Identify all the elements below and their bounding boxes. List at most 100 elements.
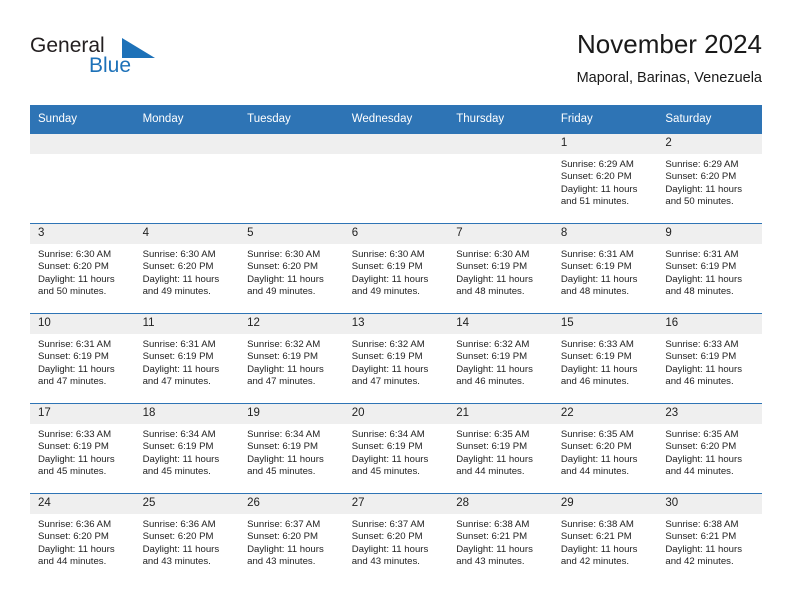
calendar-day-cell[interactable]: 7 Sunrise: 6:30 AM Sunset: 6:19 PM Daylight… [448, 223, 553, 314]
calendar-day-cell[interactable]: 9 Sunrise: 6:31 AM Sunset: 6:19 PM Daylight… [657, 223, 762, 314]
sunset-text: Sunset: 6:19 PM [351, 351, 423, 363]
calendar-day-cell[interactable]: 15 Sunrise: 6:33 AM Sunset: 6:19 PM Dayligh… [552, 313, 658, 404]
daylight-text-line1: Daylight: 11 hours [456, 453, 533, 465]
day-details: Sunrise: 6:36 AM Sunset: 6:20 PM Daylight:… [135, 514, 240, 569]
sunrise-text: Sunrise: 6:36 AM [142, 519, 216, 530]
calendar-day-cell[interactable]: 19 Sunrise: 6:34 AM Sunset: 6:19 PM Dayligh… [239, 403, 344, 494]
sunrise-text: Sunrise: 6:31 AM [665, 249, 739, 260]
daylight-text-line2: and 47 minutes. [351, 376, 420, 388]
sunset-text: Sunset: 6:19 PM [456, 441, 528, 453]
calendar-day-cell[interactable]: 16 Sunrise: 6:33 AM Sunset: 6:19 PM Dayligh… [657, 313, 762, 404]
page-header: General Blue November 2024 Maporal, Bari… [30, 28, 762, 96]
daylight-text-line1: Daylight: 11 hours [560, 273, 638, 285]
calendar-page: General Blue November 2024 Maporal, Bari… [0, 0, 792, 612]
day-details: Sunrise: 6:38 AM Sunset: 6:21 PM Daylight:… [448, 514, 553, 569]
sunset-text: Sunset: 6:20 PM [247, 531, 319, 543]
daylight-text-line1: Daylight: 11 hours [38, 363, 115, 375]
calendar-day-cell[interactable]: 2 Sunrise: 6:29 AM Sunset: 6:20 PM Daylight… [657, 133, 762, 224]
calendar-day-cell[interactable]: 11 Sunrise: 6:31 AM Sunset: 6:19 PM Dayligh… [134, 313, 240, 404]
daylight-text-line1: Daylight: 11 hours [38, 273, 115, 285]
calendar-day-cell[interactable]: 21 Sunrise: 6:35 AM Sunset: 6:19 PM Dayligh… [448, 403, 553, 494]
daylight-text-line2: and 45 minutes. [38, 466, 107, 478]
day-number: 22 [552, 404, 658, 424]
calendar-day-cell[interactable]: 22 Sunrise: 6:35 AM Sunset: 6:20 PM Dayligh… [552, 403, 658, 494]
calendar-day-cell[interactable]: 24 Sunrise: 6:36 AM Sunset: 6:20 PM Dayligh… [30, 493, 135, 583]
sunset-text: Sunset: 6:19 PM [247, 441, 319, 453]
sunrise-text: Sunrise: 6:38 AM [665, 519, 739, 530]
calendar-day-cell[interactable]: 26 Sunrise: 6:37 AM Sunset: 6:20 PM Dayligh… [239, 493, 344, 583]
calendar-week-row: 17 Sunrise: 6:33 AM Sunset: 6:19 PM Dayligh… [30, 403, 762, 494]
sunrise-text: Sunrise: 6:32 AM [456, 339, 530, 350]
daylight-text-line1: Daylight: 11 hours [665, 273, 742, 285]
sunrise-text: Sunrise: 6:30 AM [38, 249, 112, 260]
calendar-day-cell[interactable]: 10 Sunrise: 6:31 AM Sunset: 6:19 PM Dayligh… [30, 313, 135, 404]
daylight-text-line1: Daylight: 11 hours [560, 543, 638, 555]
calendar-day-cell[interactable]: 29 Sunrise: 6:38 AM Sunset: 6:21 PM Dayligh… [552, 493, 658, 583]
day-number: 28 [448, 494, 553, 514]
sunrise-text: Sunrise: 6:31 AM [560, 249, 634, 260]
brand-logo[interactable]: General Blue [30, 34, 240, 90]
day-number: 13 [343, 314, 449, 334]
daylight-text-line1: Daylight: 11 hours [351, 453, 429, 465]
calendar-day-cell[interactable]: 27 Sunrise: 6:37 AM Sunset: 6:20 PM Dayligh… [343, 493, 449, 583]
day-details: Sunrise: 6:32 AM Sunset: 6:19 PM Daylight:… [448, 334, 553, 389]
sunset-text: Sunset: 6:19 PM [351, 441, 423, 453]
day-number: 15 [552, 314, 658, 334]
sunset-text: Sunset: 6:19 PM [142, 351, 214, 363]
sunrise-text: Sunrise: 6:34 AM [351, 429, 425, 440]
sunrise-text: Sunrise: 6:30 AM [142, 249, 216, 260]
day-details: Sunrise: 6:33 AM Sunset: 6:19 PM Daylight:… [657, 334, 762, 389]
daylight-text-line2: and 48 minutes. [665, 286, 734, 298]
sunrise-text: Sunrise: 6:33 AM [560, 339, 634, 350]
calendar-day-cell[interactable]: 4 Sunrise: 6:30 AM Sunset: 6:20 PM Daylight… [134, 223, 240, 314]
calendar-day-cell[interactable]: 18 Sunrise: 6:34 AM Sunset: 6:19 PM Dayligh… [134, 403, 240, 494]
day-details: Sunrise: 6:33 AM Sunset: 6:19 PM Daylight:… [30, 424, 135, 479]
day-details: Sunrise: 6:30 AM Sunset: 6:19 PM Daylight:… [448, 244, 553, 299]
day-details: Sunrise: 6:35 AM Sunset: 6:20 PM Daylight:… [657, 424, 762, 479]
day-number: 23 [657, 404, 762, 424]
sunset-text: Sunset: 6:20 PM [560, 441, 632, 453]
calendar-day-cell[interactable]: 1 Sunrise: 6:29 AM Sunset: 6:20 PM Daylight… [552, 133, 658, 224]
sunrise-text: Sunrise: 6:38 AM [456, 519, 530, 530]
day-details: Sunrise: 6:32 AM Sunset: 6:19 PM Daylight:… [344, 334, 449, 389]
daylight-text-line1: Daylight: 11 hours [247, 273, 324, 285]
daylight-text-line2: and 42 minutes. [560, 556, 630, 568]
day-number: 30 [657, 494, 762, 514]
day-number [448, 134, 553, 154]
calendar-day-cell[interactable]: 8 Sunrise: 6:31 AM Sunset: 6:19 PM Daylight… [552, 223, 658, 314]
calendar-day-cell[interactable]: 13 Sunrise: 6:32 AM Sunset: 6:19 PM Dayligh… [343, 313, 449, 404]
day-details: Sunrise: 6:29 AM Sunset: 6:20 PM Daylight:… [657, 154, 762, 209]
calendar-day-cell[interactable]: 23 Sunrise: 6:35 AM Sunset: 6:20 PM Dayligh… [657, 403, 762, 494]
calendar-day-cell[interactable]: 28 Sunrise: 6:38 AM Sunset: 6:21 PM Dayligh… [448, 493, 553, 583]
calendar-day-cell[interactable]: 5 Sunrise: 6:30 AM Sunset: 6:20 PM Daylight… [239, 223, 344, 314]
calendar-day-cell[interactable]: 14 Sunrise: 6:32 AM Sunset: 6:19 PM Dayligh… [448, 313, 553, 404]
daylight-text-line1: Daylight: 11 hours [665, 543, 742, 555]
sunrise-text: Sunrise: 6:29 AM [665, 159, 739, 170]
daylight-text-line2: and 44 minutes. [665, 466, 734, 478]
day-number: 29 [552, 494, 658, 514]
calendar-day-cell[interactable]: 3 Sunrise: 6:30 AM Sunset: 6:20 PM Daylight… [30, 223, 135, 314]
day-number: 12 [239, 314, 344, 334]
calendar-day-cell[interactable]: 17 Sunrise: 6:33 AM Sunset: 6:19 PM Dayligh… [30, 403, 135, 494]
daylight-text-line1: Daylight: 11 hours [665, 363, 742, 375]
sunset-text: Sunset: 6:21 PM [456, 531, 528, 543]
day-number: 16 [657, 314, 762, 334]
day-number: 25 [134, 494, 240, 514]
calendar-day-cell[interactable]: 20 Sunrise: 6:34 AM Sunset: 6:19 PM Dayligh… [343, 403, 449, 494]
calendar-day-cell[interactable]: 12 Sunrise: 6:32 AM Sunset: 6:19 PM Dayligh… [239, 313, 344, 404]
day-details: Sunrise: 6:34 AM Sunset: 6:19 PM Daylight:… [239, 424, 344, 479]
daylight-text-line1: Daylight: 11 hours [142, 453, 220, 465]
day-number: 9 [657, 224, 762, 244]
sunset-text: Sunset: 6:19 PM [142, 441, 214, 453]
calendar-day-cell-empty [134, 133, 240, 224]
daylight-text-line2: and 47 minutes. [247, 376, 316, 388]
daylight-text-line2: and 46 minutes. [560, 376, 630, 388]
calendar-day-cell[interactable]: 6 Sunrise: 6:30 AM Sunset: 6:19 PM Daylight… [343, 223, 449, 314]
calendar-day-cell[interactable]: 30 Sunrise: 6:38 AM Sunset: 6:21 PM Dayligh… [657, 493, 762, 583]
calendar-day-cell[interactable]: 25 Sunrise: 6:36 AM Sunset: 6:20 PM Dayligh… [134, 493, 240, 583]
day-number: 4 [134, 224, 240, 244]
daylight-text-line2: and 50 minutes. [38, 286, 107, 298]
sunset-text: Sunset: 6:19 PM [247, 351, 319, 363]
sunset-text: Sunset: 6:20 PM [38, 531, 109, 543]
daylight-text-line2: and 45 minutes. [247, 466, 316, 478]
